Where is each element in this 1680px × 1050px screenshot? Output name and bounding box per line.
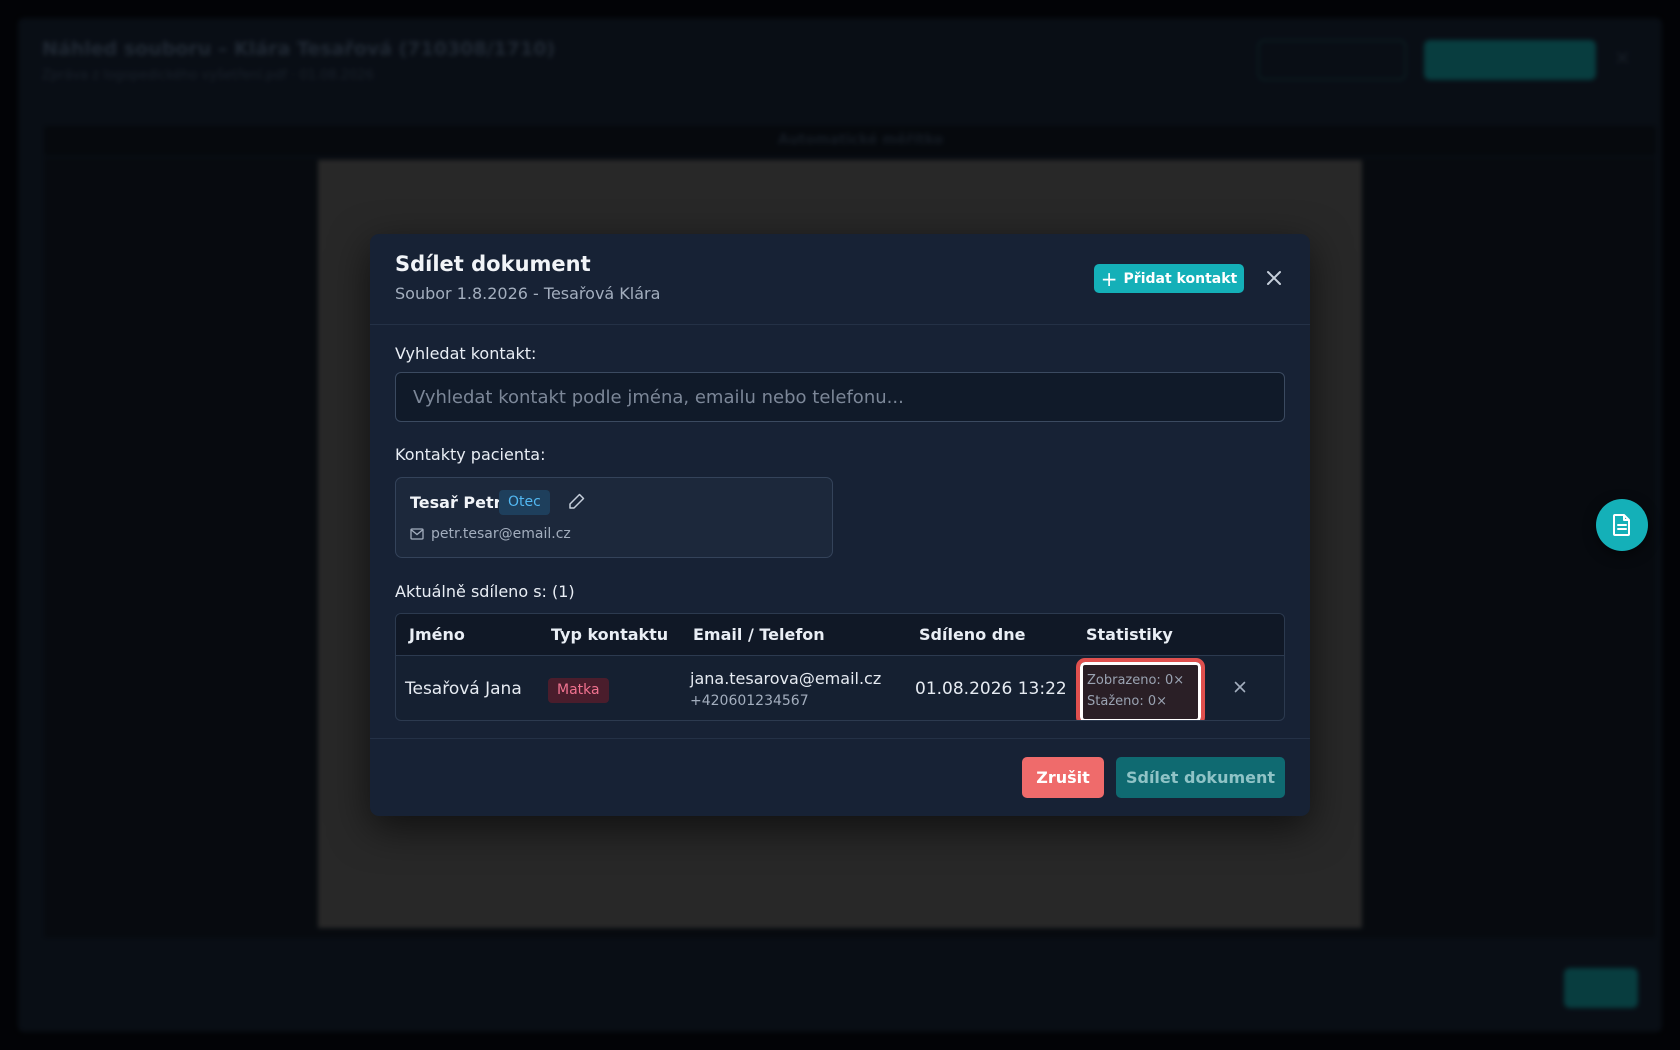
shared-with-label: Aktuálně sdíleno s: (1): [395, 582, 575, 601]
column-header-type: Typ kontaktu: [551, 625, 669, 644]
stats-viewed: Zobrazeno: 0×: [1087, 673, 1185, 688]
plus-icon: +: [1100, 266, 1118, 291]
close-dialog-button[interactable]: [1260, 264, 1288, 292]
stats-downloaded: Staženo: 0×: [1087, 694, 1168, 709]
column-header-name: Jméno: [409, 625, 465, 644]
column-header-email: Email / Telefon: [693, 625, 825, 644]
document-icon: [1613, 514, 1630, 536]
close-icon: [1267, 271, 1281, 285]
add-contact-label: Přidat kontakt: [1123, 270, 1238, 287]
dialog-footer: Zrušit Sdílet dokument: [370, 738, 1310, 816]
patient-contacts-label: Kontakty pacienta:: [395, 445, 546, 464]
contact-email-row: petr.tesar@email.cz: [410, 526, 571, 542]
contact-card[interactable]: Tesař Petr Otec petr.tesar@email.cz: [395, 477, 833, 558]
share-dialog: Sdílet dokument Soubor 1.8.2026 - Tesařo…: [370, 234, 1310, 816]
shared-table: Jméno Typ kontaktu Email / Telefon Sdíle…: [395, 613, 1285, 721]
contact-search-input[interactable]: [395, 372, 1285, 422]
row-phone: +420601234567: [690, 693, 809, 709]
row-statistics[interactable]: Zobrazeno: 0× Staženo: 0×: [1076, 658, 1205, 720]
share-document-button[interactable]: Sdílet dokument: [1116, 757, 1285, 798]
column-header-date: Sdíleno dne: [919, 625, 1026, 644]
edit-icon: [569, 493, 585, 509]
dialog-subtitle: Soubor 1.8.2026 - Tesařová Klára: [395, 284, 661, 303]
dialog-title: Sdílet dokument: [395, 252, 591, 276]
row-name: Tesařová Jana: [405, 679, 522, 699]
add-contact-button[interactable]: + Přidat kontakt: [1094, 264, 1244, 293]
search-label: Vyhledat kontakt:: [395, 344, 537, 363]
remove-share-button[interactable]: [1229, 676, 1251, 698]
edit-contact-button[interactable]: [568, 492, 586, 510]
document-fab[interactable]: [1596, 499, 1648, 551]
row-shared-date: 01.08.2026 13:22: [915, 679, 1067, 699]
contact-email: petr.tesar@email.cz: [431, 526, 571, 542]
row-email: jana.tesarova@email.cz: [690, 669, 882, 688]
column-header-stats: Statistiky: [1086, 625, 1173, 644]
dialog-header: Sdílet dokument Soubor 1.8.2026 - Tesařo…: [370, 234, 1310, 325]
row-type-badge: Matka: [548, 678, 609, 703]
table-header: Jméno Typ kontaktu Email / Telefon Sdíle…: [396, 614, 1284, 656]
mail-icon: [410, 528, 424, 540]
contact-name: Tesař Petr: [410, 493, 502, 512]
cancel-button[interactable]: Zrušit: [1022, 757, 1104, 798]
remove-icon: [1234, 681, 1246, 693]
contact-relation-badge: Otec: [499, 490, 550, 515]
